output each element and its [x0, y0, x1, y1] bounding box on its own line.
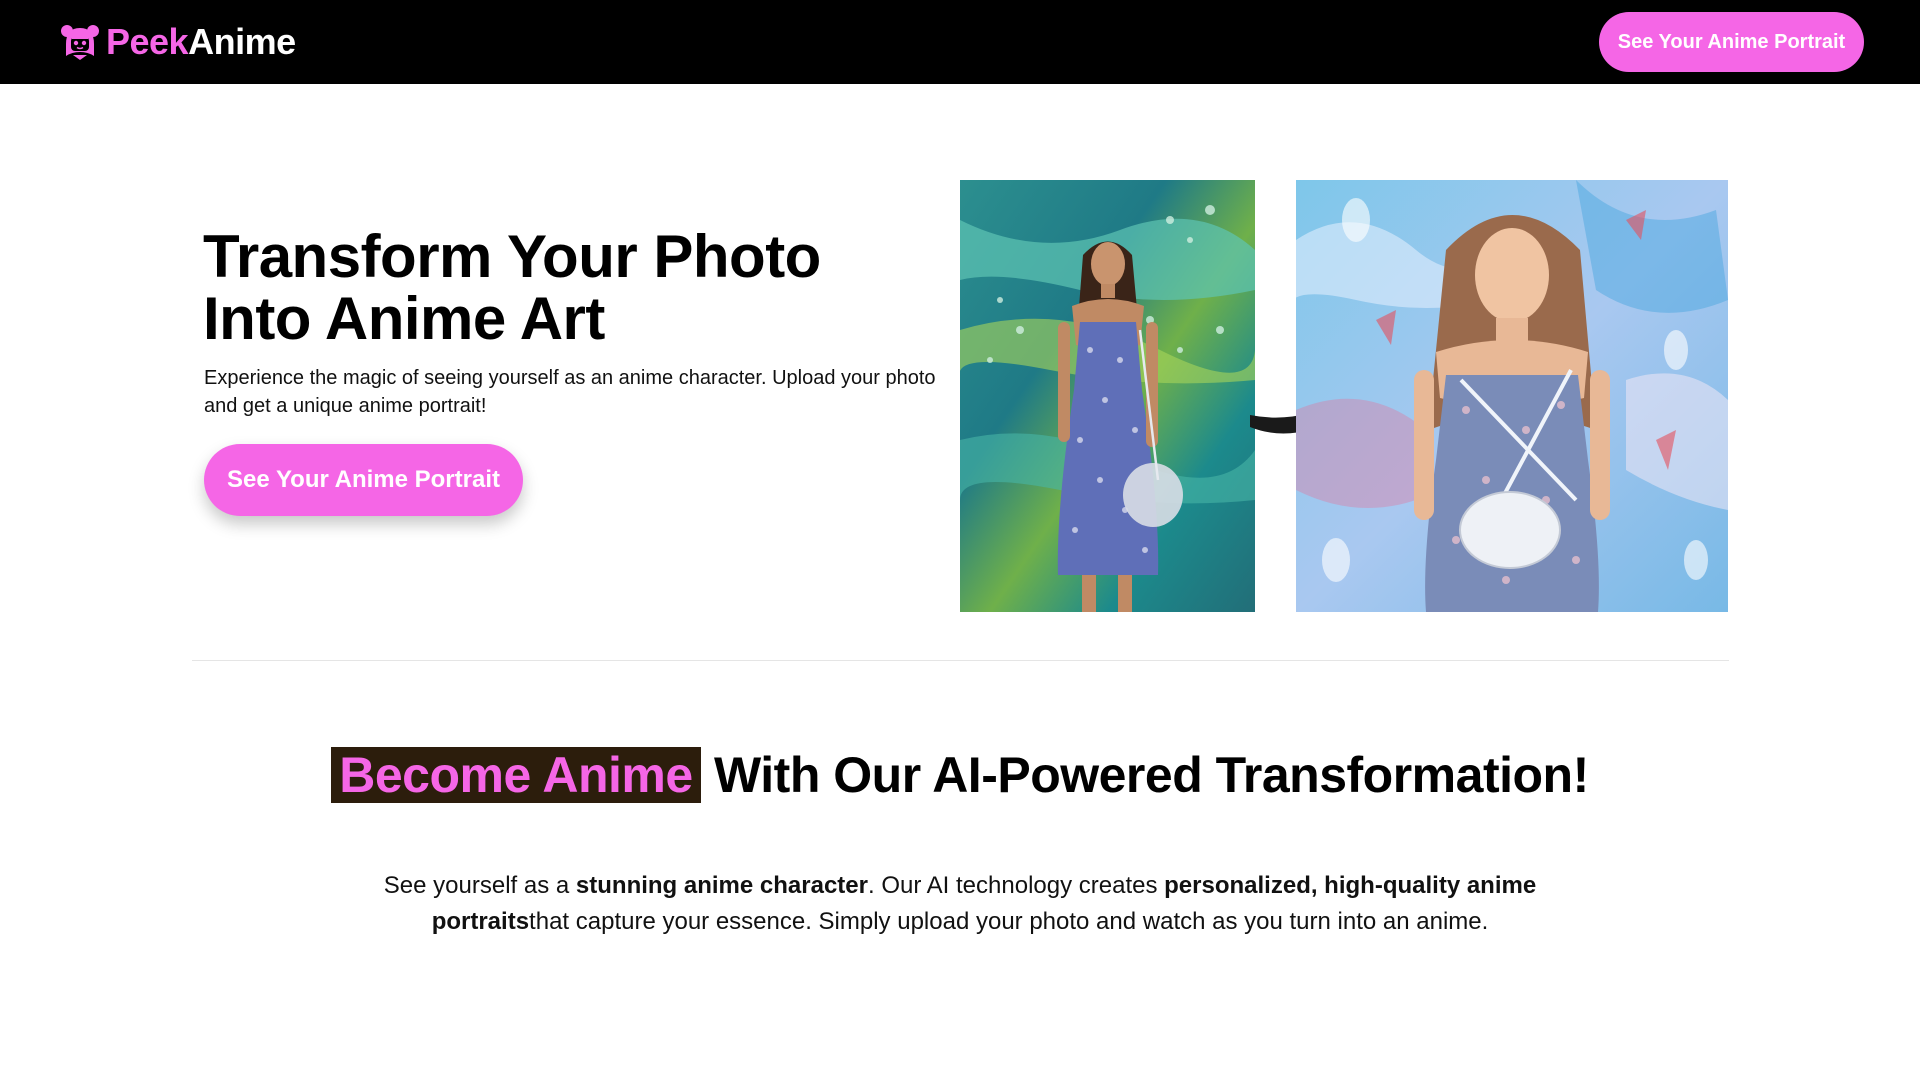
original-photo: [960, 180, 1255, 612]
section-description: See yourself as a stunning anime charact…: [330, 868, 1590, 940]
original-photo-image: [960, 180, 1255, 612]
anime-girl-logo-icon: [61, 25, 99, 60]
section-title-rest: With Our AI-Powered Transformation!: [700, 747, 1589, 803]
anime-portrait-image: [1296, 180, 1728, 612]
logo-text-anime: Anime: [188, 21, 296, 62]
section-title: Become Anime With Our AI-Powered Transfo…: [300, 747, 1620, 803]
hero-title-line-2: Into Anime Art: [203, 285, 605, 352]
section-divider: [192, 660, 1729, 661]
logo-text-peek: Peek: [106, 21, 189, 62]
logo-link[interactable]: PeekAnime: [60, 20, 296, 64]
anime-portrait: [1296, 180, 1728, 612]
section-body-bold-1: stunning anime character: [575, 872, 868, 899]
top-nav: PeekAnime See Your Anime Portrait: [0, 0, 1920, 84]
hero-title: Transform Your Photo Into Anime Art: [203, 226, 963, 350]
nav-see-portrait-button[interactable]: See Your Anime Portrait: [1599, 12, 1864, 72]
logo-text: PeekAnime: [106, 20, 296, 64]
section-body-part-1: See yourself as a: [383, 872, 576, 899]
hero-see-portrait-button[interactable]: See Your Anime Portrait: [204, 444, 523, 516]
section-body-part-2: . Our AI technology creates: [867, 872, 1165, 899]
hero-subtitle: Experience the magic of seeing yourself …: [204, 367, 936, 417]
section-body-part-3: that capture your essence. Simply upload…: [529, 908, 1489, 935]
hero-title-line-1: Transform Your Photo: [203, 223, 821, 290]
section-title-highlight: Become Anime: [331, 747, 701, 803]
